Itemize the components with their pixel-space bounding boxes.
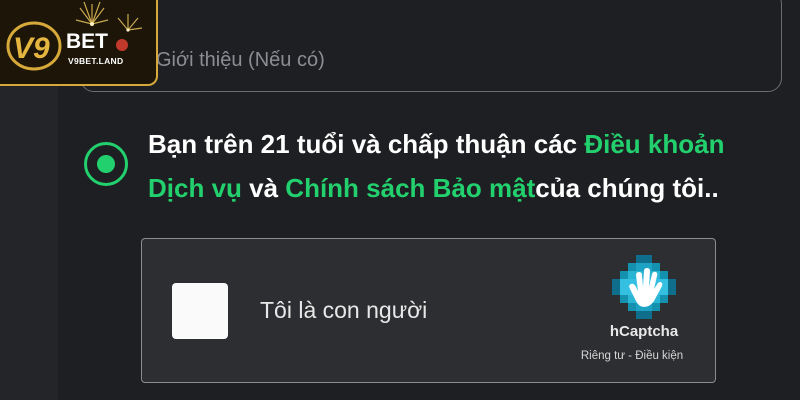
- terms-text-middle: và: [241, 173, 286, 203]
- logo-wordmark: BET: [66, 30, 108, 53]
- captcha-privacy-link[interactable]: Riêng tư: [581, 350, 625, 362]
- brand-logo: V9 BET V9BET.LAND: [0, 0, 158, 86]
- logo-monogram: V9: [13, 32, 50, 65]
- hcaptcha-widget: Tôi là con người hCaptcha Riêng tư - Điề…: [141, 238, 716, 383]
- captcha-link-separator: -: [624, 350, 636, 362]
- privacy-policy-link[interactable]: Chính sách Bảo mật: [285, 173, 535, 203]
- hcaptcha-hand-icon: [612, 255, 676, 319]
- logo-domain: V9BET.LAND: [68, 56, 124, 66]
- captcha-label: Tôi là con người: [260, 297, 428, 323]
- terms-text-before: Bạn trên 21 tuổi và chấp thuận các: [148, 129, 585, 159]
- radio-selected-dot: [97, 155, 115, 173]
- captcha-legal-links: Riêng tư - Điều kiện: [552, 350, 712, 362]
- hcaptcha-brand: hCaptcha: [609, 323, 679, 340]
- terms-statement: Bạn trên 21 tuổi và chấp thuận các Điều …: [148, 122, 788, 210]
- terms-text-after: của chúng tôi..: [535, 173, 719, 203]
- captcha-terms-link[interactable]: Điều kiện: [635, 350, 683, 362]
- referral-intro-input[interactable]: [80, 0, 782, 92]
- captcha-checkbox[interactable]: [172, 283, 228, 339]
- terms-accept-radio[interactable]: [84, 142, 128, 186]
